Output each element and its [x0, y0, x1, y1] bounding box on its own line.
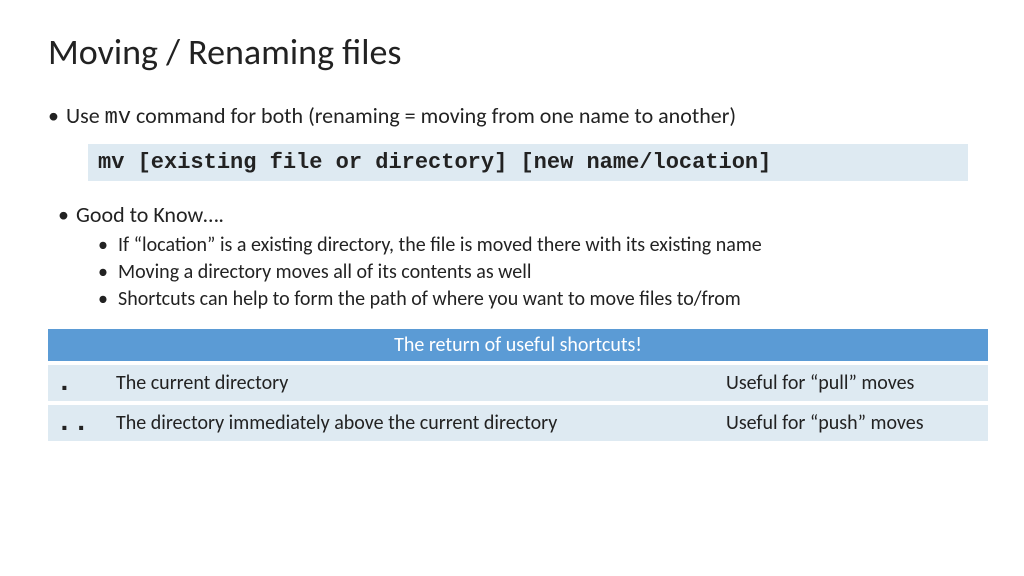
sub-bullet: If “location” is a existing directory, t… — [48, 232, 976, 259]
sub-bullet: Shortcuts can help to form the path of w… — [48, 286, 976, 313]
mv-command: mv — [105, 105, 131, 130]
text-segment: Use — [66, 102, 105, 129]
shortcut-symbol: .. — [48, 405, 108, 441]
text-segment: command for both (renaming = moving from… — [131, 102, 736, 129]
sub-bullet: Moving a directory moves all of its cont… — [48, 259, 976, 286]
shortcuts-table: The return of useful shortcuts! . The cu… — [48, 329, 988, 441]
table-row: . The current directory Useful for “pull… — [48, 365, 988, 401]
shortcut-note: Useful for “pull” moves — [718, 365, 988, 401]
table-header: The return of useful shortcuts! — [48, 329, 988, 361]
code-example: mv [existing file or directory] [new nam… — [88, 144, 968, 181]
shortcut-symbol: . — [48, 365, 108, 401]
slide-title: Moving / Renaming files — [48, 30, 976, 74]
shortcut-desc: The current directory — [108, 365, 718, 401]
table-row: .. The directory immediately above the c… — [48, 405, 988, 441]
bullet-use-mv: Use mv command for both (renaming = movi… — [48, 102, 976, 130]
bullet-good-to-know: Good to Know…. — [48, 201, 976, 228]
shortcut-note: Useful for “push” moves — [718, 405, 988, 441]
shortcut-desc: The directory immediately above the curr… — [108, 405, 718, 441]
